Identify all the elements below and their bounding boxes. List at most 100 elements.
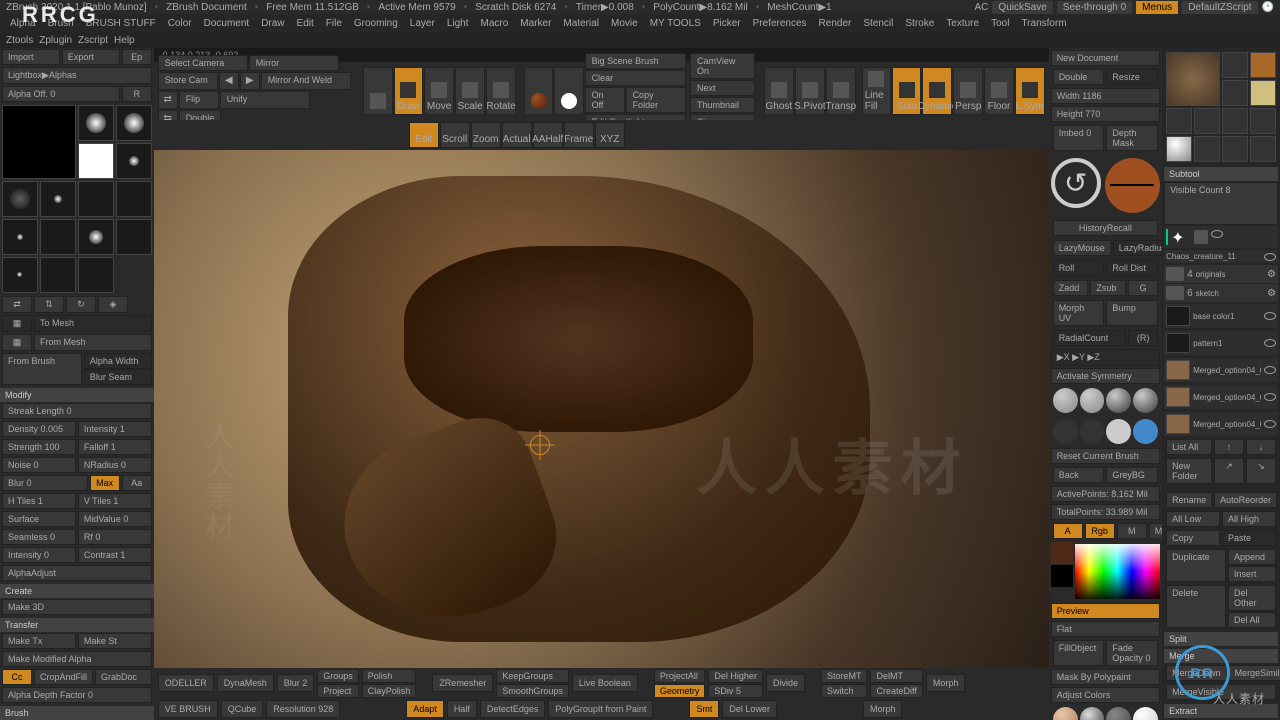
menu-edit[interactable]: Edit [293, 18, 318, 29]
menu-marker[interactable]: Marker [516, 18, 555, 29]
menu-movie[interactable]: Movie [607, 18, 642, 29]
maketx-button[interactable]: Make Tx [2, 633, 76, 649]
subtool-folder[interactable]: 4originals⚙ [1164, 265, 1278, 283]
falloff-slider[interactable]: Falloff 1 [78, 439, 152, 455]
tool-thumb[interactable] [1222, 108, 1248, 134]
vis-icon[interactable] [1194, 230, 1208, 244]
contrast-slider[interactable]: Contrast 1 [78, 547, 152, 563]
frombrush-button[interactable]: From Brush [2, 353, 82, 385]
ep-button[interactable]: Ep [122, 49, 152, 65]
cc-button[interactable]: Cc [2, 669, 32, 685]
eye-icon[interactable] [1264, 393, 1276, 401]
menu-preferences[interactable]: Preferences [749, 18, 811, 29]
morph2-button[interactable]: Morph [863, 700, 903, 718]
claypolish-button[interactable]: ClayPolish [362, 684, 417, 698]
move-button[interactable]: Move [424, 67, 454, 115]
resolution-slider[interactable]: Resolution 928 [266, 700, 340, 718]
delall-button[interactable]: Del All [1228, 612, 1276, 628]
imbed-slider[interactable]: Imbed 0 [1053, 125, 1105, 151]
smt-button[interactable]: Smt [689, 700, 719, 718]
tool-thumb[interactable] [1194, 108, 1220, 134]
menu-stencil[interactable]: Stencil [859, 18, 897, 29]
menu-color[interactable]: Color [164, 18, 196, 29]
xtractord-brush[interactable] [1080, 419, 1105, 444]
tomesh-icon[interactable]: ▦ [2, 315, 32, 332]
blurseam[interactable]: Blur Seam [84, 369, 152, 385]
brush-header[interactable]: Brush [0, 706, 154, 720]
subtool-item[interactable]: Merged_option04_06 [1164, 385, 1278, 409]
rotate-button[interactable]: ↻ [66, 296, 96, 313]
create-header[interactable]: Create [0, 584, 154, 598]
streak-slider[interactable]: Streak Length 0 [2, 403, 152, 419]
actual-button[interactable]: Actual [502, 122, 532, 148]
menu-texture[interactable]: Texture [942, 18, 983, 29]
polygroupit-button[interactable]: PolyGroupIt from Paint [548, 700, 653, 718]
aahalf-button[interactable]: AAHalf [533, 122, 563, 148]
newdoc-header[interactable]: New Document [1051, 50, 1160, 66]
selectla-brush[interactable] [1133, 388, 1158, 413]
back-button[interactable]: Back [1053, 467, 1105, 483]
bigscene-button[interactable]: Big Scene Brush [585, 53, 686, 69]
copy-button[interactable]: Copy [1166, 530, 1220, 546]
select-camera[interactable]: Select Camera [158, 55, 248, 71]
radialcount-slider[interactable]: RadialCount [1053, 330, 1126, 346]
mirror-button[interactable]: Mirror [249, 55, 339, 71]
depth-mask-circle[interactable] [1105, 158, 1160, 213]
menu-render[interactable]: Render [815, 18, 856, 29]
split-header[interactable]: Split [1164, 632, 1278, 646]
groups-button[interactable]: Groups [317, 669, 359, 683]
resize-button[interactable]: Resize [1106, 69, 1158, 85]
seethrough-slider[interactable]: See-through 0 [1057, 1, 1132, 14]
tool-thumb[interactable] [1222, 136, 1248, 162]
storecam-button[interactable]: Store Cam [158, 72, 218, 90]
qcube-button[interactable]: QCube [221, 700, 264, 718]
storemt-button[interactable]: StoreMT [821, 669, 868, 683]
alpha-r[interactable]: R [122, 86, 152, 102]
vebrush-button[interactable]: VE BRUSH [158, 700, 218, 718]
half-button[interactable]: Half [447, 700, 477, 718]
rename-button[interactable]: Rename [1166, 492, 1212, 508]
menu-document[interactable]: Document [200, 18, 254, 29]
detectedges-button[interactable]: DetectEdges [480, 700, 546, 718]
smoothgroups-button[interactable]: SmoothGroups [496, 684, 569, 698]
alphadepth-slider[interactable]: Alpha Depth Factor 0 [2, 687, 152, 703]
draw-button[interactable]: Draw [394, 67, 423, 115]
spivot-button[interactable]: S.Pivot [795, 67, 825, 115]
listall-button[interactable]: List All [1166, 439, 1212, 455]
tomesh-button[interactable]: To Mesh [34, 315, 152, 332]
zadd-button[interactable]: Zadd [1053, 280, 1089, 296]
frommesh-icon[interactable]: ▦ [2, 334, 32, 351]
linefill-button[interactable]: Line Fill [862, 67, 891, 115]
dynamesh-button[interactable]: DynaMesh [217, 674, 274, 692]
noise-slider[interactable]: Noise 0 [2, 457, 76, 473]
zremesher-button[interactable]: ZRemesher [432, 674, 493, 692]
tool-thumb[interactable] [1250, 80, 1276, 106]
autoreorder-button[interactable]: AutoReorder [1214, 492, 1277, 508]
visiblecount[interactable]: Visible Count 8 [1164, 182, 1278, 225]
historyr-brush[interactable] [1106, 419, 1131, 444]
menu-tool[interactable]: Tool [987, 18, 1013, 29]
rotate-button[interactable]: Rotate [486, 67, 516, 115]
paste-button[interactable]: Paste [1222, 530, 1276, 546]
clear-button[interactable]: Clear [585, 70, 686, 86]
delother-button[interactable]: Del Other [1228, 585, 1276, 611]
zsub-button[interactable]: Zsub [1090, 280, 1126, 296]
quicksave-button[interactable]: QuickSave [992, 1, 1052, 14]
eye-icon[interactable] [1264, 312, 1276, 320]
alpha-thumb[interactable] [116, 105, 152, 141]
frame-button[interactable]: Frame [564, 122, 594, 148]
tool-thumb-active[interactable] [1166, 52, 1220, 106]
r-button[interactable]: (R) [1128, 330, 1158, 346]
make3d-button[interactable]: Make 3D [2, 599, 152, 615]
blur-slider[interactable]: Blur 0 [2, 475, 88, 491]
eye-icon[interactable] [1211, 230, 1223, 238]
subtool-item[interactable]: Merged_option04_07 [1164, 412, 1278, 436]
maskcut-brush[interactable] [1080, 388, 1105, 413]
alphaadjust-button[interactable]: AlphaAdjust [2, 565, 152, 581]
blur-slider[interactable]: Blur 2 [277, 674, 315, 692]
divide-button[interactable]: Divide [766, 674, 805, 692]
gear-icon[interactable]: ⚙ [1267, 288, 1276, 299]
tool-thumb[interactable] [1250, 52, 1276, 78]
lazymouse-button[interactable]: LazyMouse [1053, 240, 1111, 256]
bump-button[interactable]: Bump [1106, 300, 1158, 326]
